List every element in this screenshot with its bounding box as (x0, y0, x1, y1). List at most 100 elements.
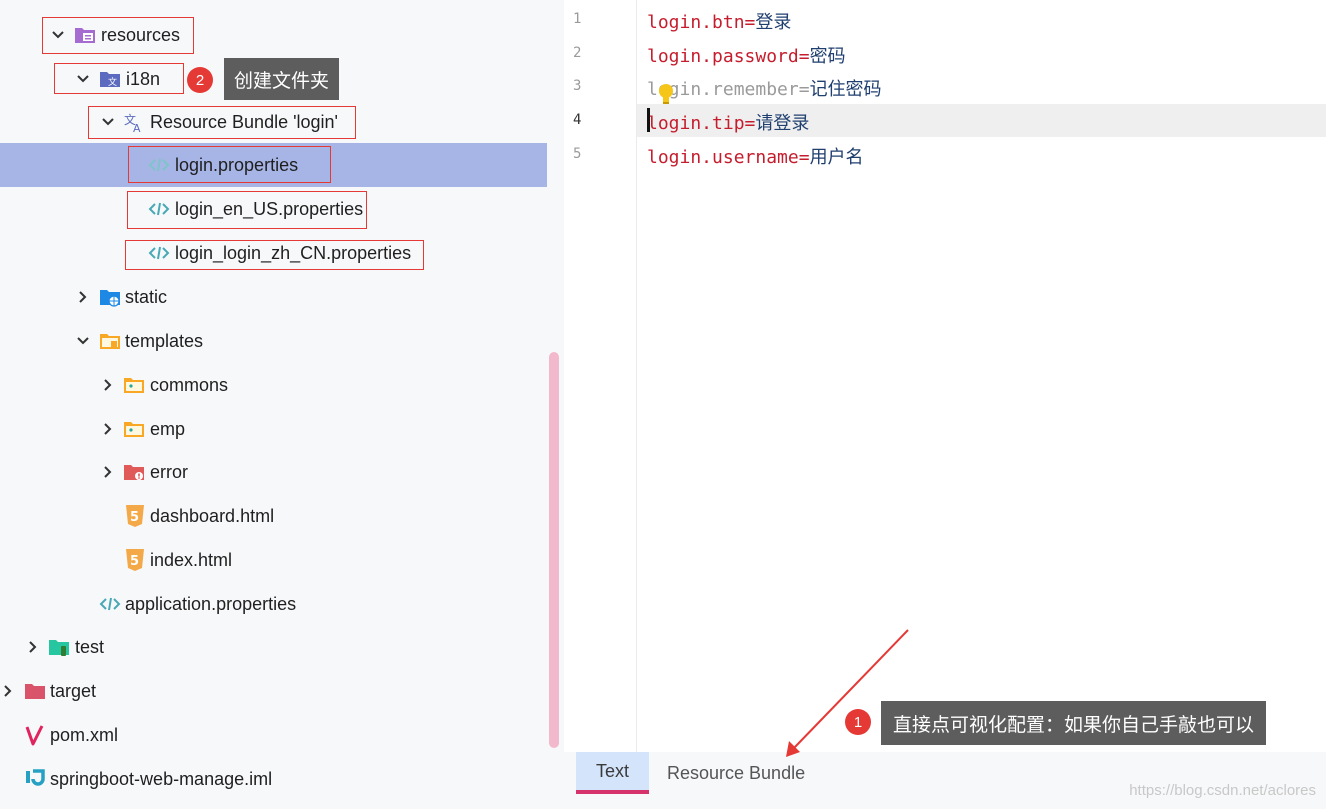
annotation-badge-2: 2 (187, 67, 213, 93)
tree-item-login-properties[interactable]: login.properties (0, 143, 547, 187)
property-value: 记住密码 (809, 79, 882, 100)
tree-item-label: templates (125, 330, 204, 351)
lightbulb-icon[interactable] (656, 82, 676, 106)
tree-item-label: dashboard.html (150, 505, 275, 526)
resources-folder-icon (74, 24, 96, 46)
chevron-right-icon[interactable] (76, 290, 90, 304)
tree-item-label: pom.xml (50, 724, 119, 745)
tree-item-label: Resource Bundle 'login' (150, 111, 338, 132)
code-line[interactable]: login.username=用户名 (647, 143, 864, 169)
chevron-right-icon[interactable] (1, 684, 15, 698)
tree-item-label: static (125, 286, 168, 307)
tree-item-label: target (50, 680, 97, 701)
i18n-folder-icon: 文 (99, 68, 121, 90)
chevron-right-icon[interactable] (26, 640, 40, 654)
code-line[interactable]: login.tip=请登录 (647, 109, 809, 135)
properties-file-icon (99, 593, 121, 615)
tree-item-resource-bundle[interactable]: 文A Resource Bundle 'login' (0, 100, 562, 144)
line-number: 1 (573, 11, 582, 27)
line-number: 3 (573, 78, 582, 94)
annotation-callout-2: 创建文件夹 (224, 58, 340, 100)
tree-item-commons[interactable]: commons (0, 363, 562, 407)
tree-item-label: springboot-web-manage.iml (50, 768, 273, 789)
code-line[interactable]: login.btn=登录 (647, 8, 791, 34)
tab-text[interactable]: Text (576, 752, 649, 794)
tree-item-templates[interactable]: templates (0, 319, 562, 363)
line-number: 4 (573, 112, 582, 128)
chevron-down-icon[interactable] (76, 334, 90, 348)
svg-text:5: 5 (130, 554, 139, 569)
tree-item-login-zh-cn[interactable]: login_login_zh_CN.properties (0, 231, 562, 275)
annotation-callout-1: 直接点可视化配置：如果你自己手敲也可以 (881, 701, 1267, 745)
annotation-badge-1: 1 (845, 709, 871, 735)
tree-item-label: application.properties (125, 593, 297, 614)
svg-text:文: 文 (108, 76, 117, 88)
tree-item-index-html[interactable]: 5 index.html (0, 538, 562, 582)
properties-file-icon (148, 242, 170, 264)
text-caret (647, 108, 650, 132)
tree-item-emp[interactable]: emp (0, 407, 562, 451)
tree-item-error[interactable]: error (0, 450, 562, 494)
folder-icon (123, 418, 145, 440)
editor-tab-bar: Text Resource Bundle (564, 752, 1326, 809)
line-number: 2 (573, 45, 582, 61)
tree-item-label: login_en_US.properties (175, 198, 364, 219)
tree-item-iml[interactable]: springboot-web-manage.iml (0, 757, 562, 801)
chevron-right-icon[interactable] (101, 378, 115, 392)
resource-bundle-icon: 文A (123, 111, 145, 135)
tree-item-target[interactable]: target (0, 669, 562, 713)
tab-resource-bundle[interactable]: Resource Bundle (667, 752, 817, 794)
tree-item-application-properties[interactable]: application.properties (0, 582, 562, 626)
line-number-gutter: 1 2 3 4 5 (564, 0, 637, 752)
ide-window: resources 文 i18n 文A Resource Bundle 'log… (0, 0, 1326, 809)
tree-item-pom-xml[interactable]: pom.xml (0, 713, 562, 757)
svg-text:5: 5 (130, 510, 139, 525)
templates-folder-icon (99, 330, 121, 352)
tree-item-label: index.html (150, 549, 233, 570)
chevron-down-icon[interactable] (76, 72, 90, 86)
property-value: 登录 (755, 12, 792, 33)
chevron-right-icon[interactable] (101, 465, 115, 479)
test-folder-icon (48, 636, 70, 658)
html5-icon: 5 (124, 548, 146, 571)
web-folder-icon (99, 286, 121, 308)
code-editor[interactable]: 1 2 3 4 5 login.btn=登录 login.password=密码… (564, 0, 1326, 752)
property-value: 用户名 (809, 147, 864, 168)
chevron-right-icon[interactable] (101, 422, 115, 436)
tree-item-label: test (75, 636, 105, 657)
html5-icon: 5 (124, 504, 146, 527)
watermark: https://blog.csdn.net/aclores (1129, 782, 1316, 799)
maven-icon (24, 724, 46, 746)
tree-item-label: emp (150, 418, 186, 439)
code-line[interactable]: login.password=密码 (647, 42, 846, 68)
property-value: 请登录 (755, 113, 810, 134)
tree-item-login-en-us[interactable]: login_en_US.properties (0, 187, 562, 231)
tree-item-label: error (150, 461, 189, 482)
tree-item-resources[interactable]: resources (0, 13, 562, 57)
error-folder-icon (123, 461, 145, 483)
tree-item-label: login_login_zh_CN.properties (175, 242, 412, 263)
chevron-down-icon[interactable] (51, 28, 65, 42)
property-key: login.tip= (647, 113, 756, 134)
tree-item-dashboard-html[interactable]: 5 dashboard.html (0, 494, 562, 538)
code-line[interactable]: login.remember=记住密码 (647, 75, 882, 101)
target-folder-icon (24, 680, 46, 702)
svg-text:A: A (133, 122, 141, 133)
tree-item-label: resources (101, 24, 181, 45)
property-key: login.username= (647, 147, 810, 168)
project-tree: resources 文 i18n 文A Resource Bundle 'log… (0, 0, 562, 809)
properties-file-icon (148, 198, 170, 220)
chevron-down-icon[interactable] (101, 115, 115, 129)
tree-item-label: login.properties (175, 154, 299, 175)
property-key: login.password= (647, 46, 810, 67)
tree-item-static[interactable]: static (0, 275, 562, 319)
folder-icon (123, 374, 145, 396)
tree-item-test[interactable]: test (0, 625, 562, 669)
tree-scrollbar[interactable] (549, 352, 559, 748)
property-key: login.btn= (647, 12, 756, 33)
properties-file-icon (148, 154, 170, 176)
tree-item-label: i18n (126, 68, 161, 89)
line-number: 5 (573, 146, 582, 162)
tree-item-label: commons (150, 374, 229, 395)
iml-icon (24, 768, 46, 790)
